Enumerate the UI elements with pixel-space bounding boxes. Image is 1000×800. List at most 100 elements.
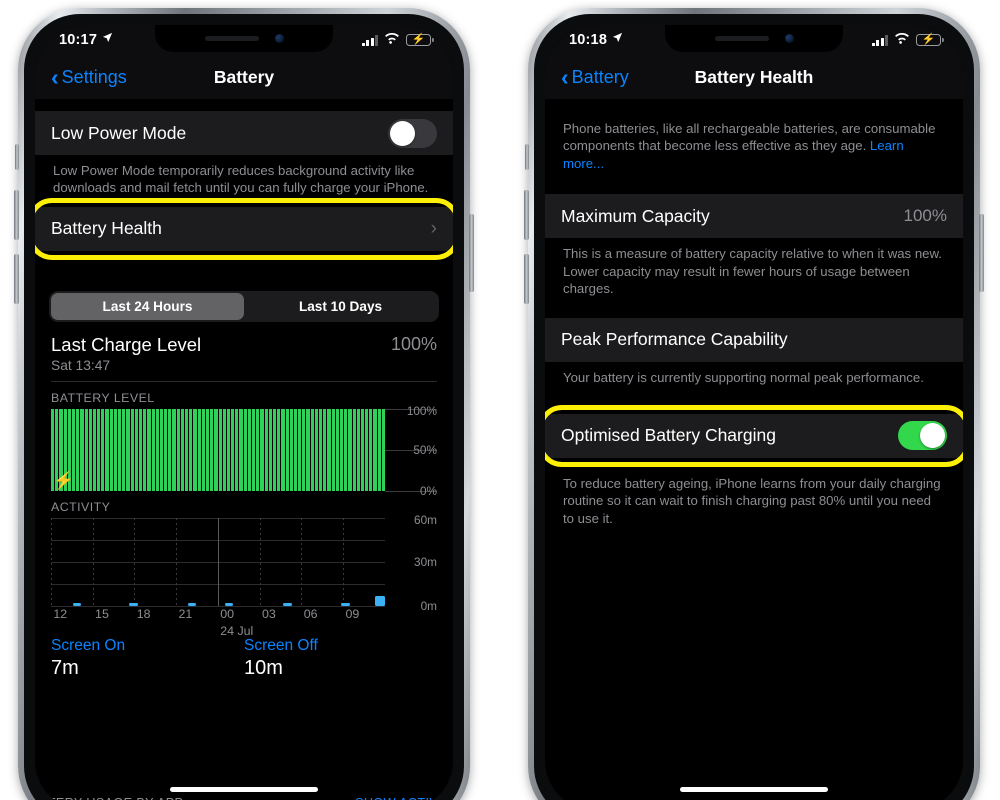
battery-level-bar [289, 408, 293, 491]
battery-charging-icon: ⚡ [916, 34, 944, 46]
battery-level-bar [143, 408, 147, 491]
activity-plot: 60m 30m 0m [51, 513, 437, 613]
battery-health-row[interactable]: Battery Health › [35, 206, 453, 251]
battery-level-bar [76, 408, 80, 491]
optimised-battery-charging-label: Optimised Battery Charging [561, 425, 776, 446]
wifi-icon [384, 32, 400, 48]
battery-health-highlight: Battery Health › [35, 197, 453, 260]
battery-level-bar [185, 408, 189, 491]
volume-up-button[interactable] [14, 190, 19, 240]
screen-on-stat[interactable]: Screen On 7m [51, 637, 244, 680]
battery-level-bar [298, 408, 302, 491]
battery-level-bar [348, 408, 352, 491]
screen-on-value: 7m [51, 656, 79, 679]
battery-level-bar [323, 408, 327, 491]
battery-level-chart-title: BATTERY LEVEL [51, 390, 155, 405]
status-bar-right: ⚡ [871, 32, 944, 48]
volume-down-button[interactable] [14, 254, 19, 304]
notch [665, 25, 843, 52]
screen-off-value: 10m [244, 656, 283, 679]
battery-level-bar [310, 408, 314, 491]
battery-level-bar [193, 408, 197, 491]
last-charge-level-text: Last Charge Level Sat 13:47 [51, 334, 201, 373]
battery-health-intro: Phone batteries, like all rechargeable b… [545, 113, 963, 182]
battery-level-bar [239, 408, 243, 491]
battery-level-bars [51, 408, 385, 491]
show-activity-button[interactable]: SHOW ACTIVITY [355, 796, 453, 800]
segment-last-24-hours[interactable]: Last 24 Hours [51, 292, 244, 320]
power-button[interactable] [979, 214, 984, 292]
phone-bezel: 10:18 ⚡ ‹ Battery Battery Health Phone b… [545, 25, 963, 800]
battery-level-chart: ⚡ 100% 50% 0% [35, 404, 453, 498]
home-indicator[interactable] [170, 787, 318, 792]
chevron-left-icon: ‹ [561, 63, 569, 90]
back-button-label: Battery [571, 66, 629, 87]
battery-level-bar [285, 408, 289, 491]
activity-gridline-v [343, 517, 345, 606]
battery-charging-icon: ⚡ [406, 34, 434, 46]
phone-inner-bezel: 10:18 ⚡ ‹ Battery Battery Health Phone b… [534, 14, 974, 800]
battery-level-bar [226, 408, 231, 491]
time-range-segmented-control[interactable]: Last 24 Hours Last 10 Days [35, 281, 453, 324]
activity-ytick: 30m [414, 554, 437, 569]
activity-date-label: 24 Jul [220, 623, 254, 638]
battery-level-bar [210, 408, 214, 491]
home-indicator[interactable] [680, 787, 828, 792]
location-arrow-icon [612, 31, 623, 47]
battery-level-bar [138, 408, 143, 491]
battery-level-bar [377, 408, 381, 491]
last-charge-level-title: Last Charge Level [51, 333, 202, 355]
toggle-knob [390, 120, 415, 146]
phone-screen: 10:17 ⚡ ‹ Settings Battery Low Power Mod… [35, 25, 453, 800]
back-button-settings[interactable]: ‹ Settings [51, 63, 127, 90]
battery-level-bar [214, 408, 218, 491]
battery-level-bar [373, 408, 377, 491]
back-button-battery[interactable]: ‹ Battery [561, 63, 629, 90]
low-power-mode-footnote: Low Power Mode temporarily reduces backg… [53, 163, 429, 196]
battery-level-bar [122, 408, 126, 491]
volume-down-button[interactable] [524, 254, 529, 304]
optimised-battery-charging-toggle[interactable] [898, 421, 947, 451]
activity-x-axis: 12 15 18 21 00 24 Jul 03 06 09 [51, 606, 437, 638]
battery-level-bar [168, 408, 172, 491]
battery-level-bar [268, 408, 272, 491]
optimised-charging-footnote: To reduce battery ageing, iPhone learns … [563, 475, 941, 526]
activity-xtick: 00 [220, 606, 235, 621]
battery-level-bar [327, 408, 331, 491]
battery-level-bar [92, 408, 97, 491]
front-camera-icon [274, 34, 284, 43]
power-button[interactable] [469, 214, 474, 292]
activity-gridline-v [217, 517, 219, 606]
battery-level-bar [293, 408, 298, 491]
nav-bar: ‹ Settings Battery [35, 55, 453, 99]
screen-off-stat[interactable]: Screen Off 10m [244, 637, 437, 680]
optimised-battery-charging-row[interactable]: Optimised Battery Charging [545, 413, 963, 458]
battery-level-ytick-50: 50% [413, 442, 437, 457]
battery-level-bar [222, 408, 226, 491]
mute-switch[interactable] [525, 144, 529, 170]
battery-level-bar [197, 408, 201, 491]
segment-last-10-days[interactable]: Last 10 Days [244, 293, 437, 320]
battery-level-bar [352, 408, 356, 491]
activity-chart: 60m 30m 0m 12 15 18 21 00 24 Jul 03 06 09 [35, 513, 453, 638]
battery-level-bar [302, 408, 306, 491]
battery-level-bar [118, 408, 122, 491]
status-bar-left: 10:18 [569, 32, 623, 48]
iphone-battery-health-screen: 10:18 ⚡ ‹ Battery Battery Health Phone b… [524, 8, 984, 800]
battery-level-bar [176, 408, 180, 491]
activity-gridline-v [259, 517, 261, 606]
maximum-capacity-footnote: This is a measure of battery capacity re… [563, 246, 942, 297]
low-power-mode-toggle[interactable] [388, 118, 437, 148]
mute-switch[interactable] [15, 144, 19, 170]
volume-up-button[interactable] [524, 190, 529, 240]
low-power-mode-row[interactable]: Low Power Mode [35, 111, 453, 155]
optimised-charging-highlight: Optimised Battery Charging [545, 404, 963, 467]
chevron-left-icon: ‹ [51, 63, 59, 90]
battery-level-bar [335, 408, 339, 491]
front-camera-icon [784, 34, 794, 43]
battery-level-ytick-0: 0% [419, 483, 437, 498]
battery-level-bar [339, 408, 344, 491]
battery-level-bar [101, 408, 105, 491]
battery-health-label: Battery Health [51, 218, 162, 239]
last-charge-level-row: Last Charge Level Sat 13:47 100% [35, 324, 453, 381]
